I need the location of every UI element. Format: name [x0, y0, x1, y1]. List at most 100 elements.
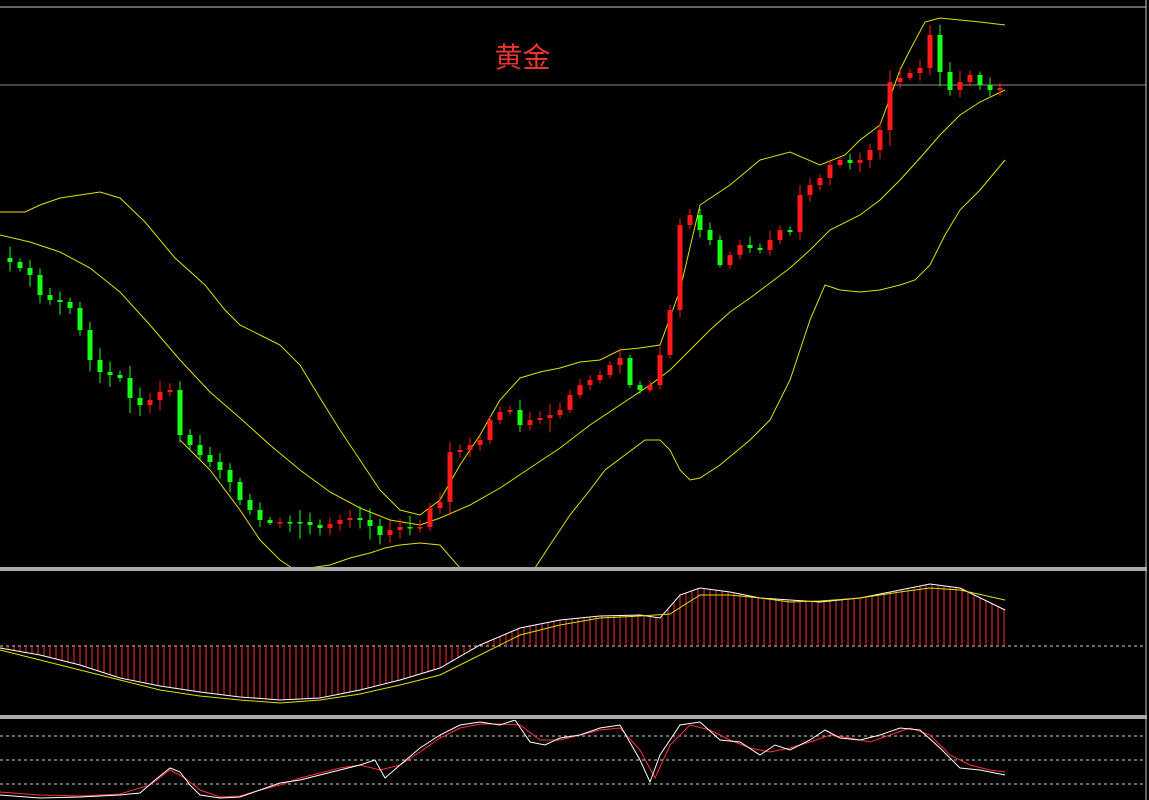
- candle-body: [327, 524, 333, 528]
- candle-body: [17, 262, 23, 268]
- candle-body: [567, 395, 573, 410]
- candle-body: [867, 150, 873, 160]
- candle-body: [207, 455, 213, 462]
- candle-body: [337, 520, 343, 524]
- candle-body: [977, 75, 983, 85]
- candle-body: [997, 88, 1003, 90]
- pane-separator-2: [0, 715, 1147, 719]
- candle-body: [577, 385, 583, 395]
- candle-body: [817, 178, 823, 185]
- candle-body: [887, 82, 893, 130]
- gold-candlestick-chart: [0, 0, 1149, 800]
- candle-body: [147, 400, 153, 405]
- candle-body: [877, 130, 883, 150]
- pane-separator-1: [0, 567, 1147, 571]
- candle-body: [347, 518, 353, 520]
- candle-body: [757, 248, 763, 250]
- candle-body: [797, 195, 803, 232]
- candle-body: [457, 450, 463, 452]
- candle-body: [647, 385, 653, 390]
- chart-background: [0, 0, 1149, 800]
- candle-body: [167, 390, 173, 392]
- candle-body: [987, 85, 993, 90]
- candle-body: [667, 310, 673, 355]
- candle-body: [407, 527, 413, 529]
- candle-body: [907, 73, 913, 78]
- candle-body: [657, 355, 663, 385]
- candle-body: [927, 35, 933, 68]
- candle-body: [67, 302, 73, 308]
- candle-body: [97, 360, 103, 372]
- candle-body: [287, 522, 293, 524]
- candle-body: [477, 440, 483, 445]
- candle-body: [227, 470, 233, 482]
- candle-body: [537, 418, 543, 420]
- candle-body: [527, 420, 533, 425]
- candle-body: [777, 230, 783, 240]
- candle-body: [717, 240, 723, 265]
- candle-body: [917, 68, 923, 73]
- candle-body: [727, 255, 733, 265]
- candle-body: [497, 412, 503, 420]
- candle-body: [847, 160, 853, 163]
- candle-body: [767, 240, 773, 250]
- candle-body: [467, 445, 473, 450]
- candle-body: [517, 410, 523, 425]
- candle-body: [177, 390, 183, 435]
- candle-body: [217, 462, 223, 470]
- candle-body: [747, 245, 753, 248]
- candle-body: [597, 375, 603, 380]
- candle-body: [427, 508, 433, 527]
- candle-body: [417, 527, 423, 529]
- candle-body: [157, 392, 163, 400]
- candle-body: [117, 375, 123, 378]
- candle-body: [77, 308, 83, 330]
- candle-body: [437, 502, 443, 508]
- candle-body: [637, 385, 643, 390]
- candle-body: [687, 215, 693, 225]
- candle-body: [57, 300, 63, 302]
- candle-body: [27, 268, 33, 275]
- candle-body: [317, 525, 323, 528]
- candle-body: [547, 415, 553, 418]
- candle-body: [137, 398, 143, 405]
- candle-body: [507, 410, 513, 412]
- candle-body: [247, 500, 253, 510]
- candle-body: [357, 518, 363, 520]
- candle-body: [127, 378, 133, 398]
- candle-body: [47, 295, 53, 300]
- candle-body: [787, 230, 793, 232]
- candle-body: [557, 410, 563, 415]
- candle-body: [587, 380, 593, 385]
- candle-body: [447, 452, 453, 502]
- candle-body: [627, 358, 633, 385]
- candle-body: [857, 160, 863, 163]
- candle-body: [307, 522, 313, 525]
- chart-title: 黄金: [494, 41, 551, 74]
- candle-body: [367, 520, 373, 526]
- candle-body: [897, 78, 903, 82]
- candle-body: [387, 530, 393, 535]
- candle-body: [187, 435, 193, 445]
- candle-body: [967, 75, 973, 82]
- candle-body: [607, 365, 613, 375]
- candle-body: [397, 527, 403, 530]
- candle-body: [957, 82, 963, 90]
- candle-body: [297, 522, 303, 524]
- candle-body: [487, 420, 493, 440]
- candle-body: [87, 330, 93, 360]
- candle-body: [737, 245, 743, 255]
- candle-body: [827, 165, 833, 178]
- candle-body: [37, 275, 43, 295]
- candle-body: [237, 482, 243, 500]
- candle-body: [7, 258, 13, 262]
- candle-body: [277, 522, 283, 524]
- candle-body: [257, 510, 263, 520]
- candle-body: [707, 230, 713, 240]
- candle-body: [947, 72, 953, 90]
- candle-body: [107, 372, 113, 375]
- candle-body: [837, 160, 843, 165]
- candle-body: [197, 445, 203, 455]
- candle-body: [807, 185, 813, 195]
- candle-body: [267, 520, 273, 523]
